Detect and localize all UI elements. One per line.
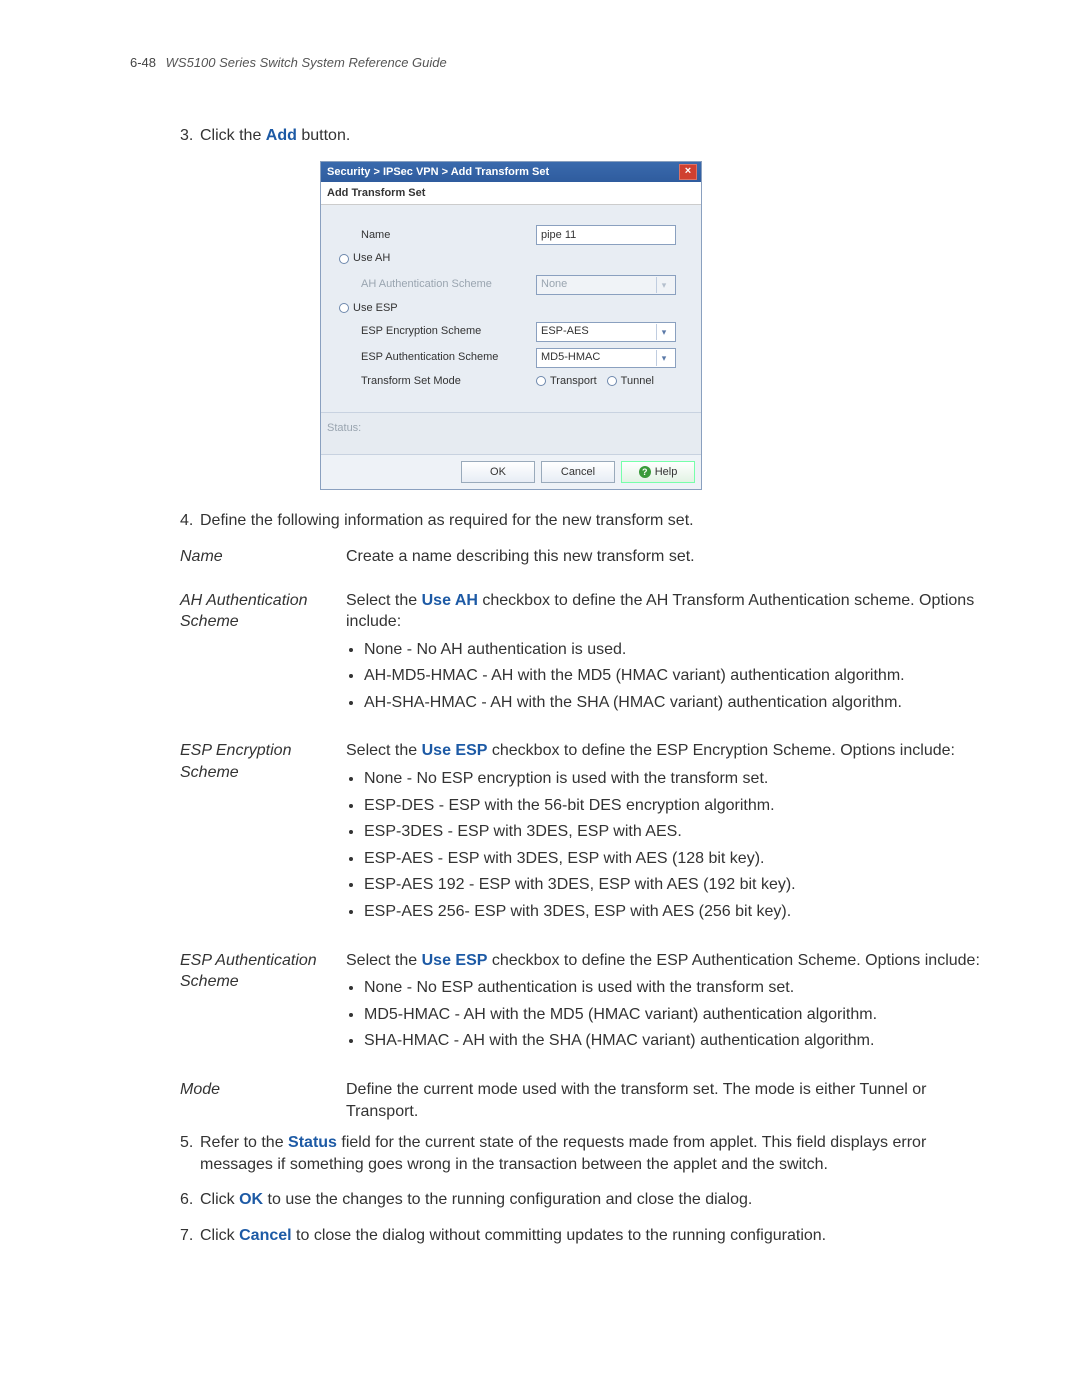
guide-title: WS5100 Series Switch System Reference Gu… — [166, 55, 447, 70]
step-text-pre: Click the — [200, 127, 266, 144]
label-use-esp: Use ESP — [339, 301, 514, 316]
step-number: 3. — [180, 125, 193, 147]
label-esp-enc: ESP Encryption Scheme — [339, 324, 536, 339]
ah-options-list: None - No AH authentication is used. AH-… — [346, 639, 980, 714]
step-6: 6. Click OK to use the changes to the ru… — [180, 1189, 980, 1211]
term-esp-auth: ESP Authentication Scheme — [180, 950, 330, 1057]
add-bold: Add — [266, 127, 297, 144]
label-mode: Transform Set Mode — [339, 374, 536, 389]
step-4: 4. Define the following information as r… — [180, 510, 980, 532]
esp-enc-options-list: None - No ESP encryption is used with th… — [346, 768, 980, 923]
step-number: 5. — [180, 1132, 193, 1154]
chevron-down-icon[interactable]: ▾ — [656, 350, 671, 366]
dialog-titlebar: Security > IPSec VPN > Add Transform Set… — [321, 162, 701, 182]
term-ah-auth: AH Authentication Scheme — [180, 590, 330, 719]
desc-esp-auth: Select the Use ESP checkbox to define th… — [346, 950, 980, 1057]
desc-mode: Define the current mode used with the tr… — [346, 1079, 980, 1122]
help-button[interactable]: ?Help — [621, 461, 695, 483]
dialog-screenshot: Security > IPSec VPN > Add Transform Set… — [320, 161, 980, 491]
list-item: ESP-3DES - ESP with 3DES, ESP with AES. — [364, 821, 980, 843]
desc-name: Create a name describing this new transf… — [346, 546, 980, 568]
definition-table: Name Create a name describing this new t… — [180, 546, 980, 1122]
radio-use-esp[interactable]: Use ESP — [339, 301, 398, 316]
term-name: Name — [180, 546, 330, 568]
label-use-ah: Use AH — [339, 251, 514, 268]
dialog-body: Name pipe 11 Use AH AH Authentication Sc… — [321, 205, 701, 412]
select-esp-auth[interactable]: MD5-HMAC▾ — [536, 348, 676, 368]
row-use-ah: Use AH — [339, 251, 683, 268]
ok-button[interactable]: OK — [461, 461, 535, 483]
add-transform-set-dialog: Security > IPSec VPN > Add Transform Set… — [320, 161, 702, 491]
row-esp-auth: ESP Authentication Scheme MD5-HMAC▾ — [339, 348, 683, 368]
list-item: ESP-AES 192 - ESP with 3DES, ESP with AE… — [364, 874, 980, 896]
page-number: 6-48 — [130, 55, 156, 70]
desc-ah-auth: Select the Use AH checkbox to define the… — [346, 590, 980, 719]
radio-tunnel[interactable]: Tunnel — [607, 374, 654, 389]
list-item: None - No ESP authentication is used wit… — [364, 977, 980, 999]
list-item: None - No AH authentication is used. — [364, 639, 980, 661]
list-item: ESP-AES 256- ESP with 3DES, ESP with AES… — [364, 901, 980, 923]
section-header: Add Transform Set — [321, 182, 701, 206]
cancel-button[interactable]: Cancel — [541, 461, 615, 483]
list-item: MD5-HMAC - AH with the MD5 (HMAC variant… — [364, 1004, 980, 1026]
step-number: 4. — [180, 510, 193, 532]
list-item: ESP-DES - ESP with the 56-bit DES encryp… — [364, 795, 980, 817]
step-number: 6. — [180, 1189, 193, 1211]
step-3: 3. Click the Add button. Security > IPSe… — [180, 125, 980, 490]
close-icon[interactable]: × — [679, 164, 697, 180]
step-text-post: button. — [297, 127, 350, 144]
label-esp-auth: ESP Authentication Scheme — [339, 350, 536, 365]
select-esp-enc[interactable]: ESP-AES▾ — [536, 322, 676, 342]
row-use-esp: Use ESP — [339, 301, 683, 316]
row-esp-enc: ESP Encryption Scheme ESP-AES▾ — [339, 322, 683, 342]
row-mode: Transform Set Mode Transport Tunnel — [339, 374, 683, 389]
label-name: Name — [339, 228, 536, 243]
dialog-button-row: OK Cancel ?Help — [321, 454, 701, 489]
list-item: SHA-HMAC - AH with the SHA (HMAC variant… — [364, 1030, 980, 1052]
radio-use-ah[interactable]: Use AH — [339, 251, 390, 266]
esp-auth-options-list: None - No ESP authentication is used wit… — [346, 977, 980, 1052]
step-text: Define the following information as requ… — [200, 512, 694, 529]
row-ah-auth: AH Authentication Scheme None▾ — [339, 275, 683, 295]
list-item: None - No ESP encryption is used with th… — [364, 768, 980, 790]
label-ah-auth: AH Authentication Scheme — [339, 277, 536, 292]
chevron-down-icon[interactable]: ▾ — [656, 324, 671, 340]
list-item: ESP-AES - ESP with 3DES, ESP with AES (1… — [364, 848, 980, 870]
row-name: Name pipe 11 — [339, 225, 683, 245]
input-name[interactable]: pipe 11 — [536, 225, 676, 245]
list-item: AH-MD5-HMAC - AH with the MD5 (HMAC vari… — [364, 665, 980, 687]
term-esp-enc: ESP Encryption Scheme — [180, 740, 330, 927]
document-page: 6-48 WS5100 Series Switch System Referen… — [0, 0, 1080, 1321]
running-header: 6-48 WS5100 Series Switch System Referen… — [130, 55, 980, 70]
term-mode: Mode — [180, 1079, 330, 1122]
step-number: 7. — [180, 1225, 193, 1247]
status-bar: Status: — [321, 412, 701, 454]
step-7: 7. Click Cancel to close the dialog with… — [180, 1225, 980, 1247]
desc-esp-enc: Select the Use ESP checkbox to define th… — [346, 740, 980, 927]
radio-transport[interactable]: Transport — [536, 374, 597, 389]
list-item: AH-SHA-HMAC - AH with the SHA (HMAC vari… — [364, 692, 980, 714]
step-5: 5. Refer to the Status field for the cur… — [180, 1132, 980, 1175]
breadcrumb: Security > IPSec VPN > Add Transform Set — [327, 162, 549, 182]
chevron-down-icon: ▾ — [656, 277, 671, 293]
help-icon: ? — [639, 466, 651, 478]
select-ah-auth: None▾ — [536, 275, 676, 295]
